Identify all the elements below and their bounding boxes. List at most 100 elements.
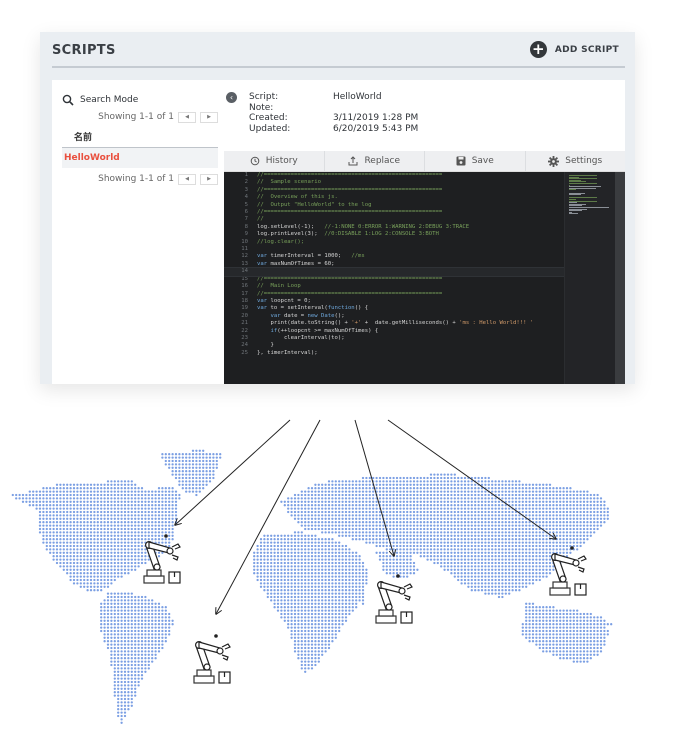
code-line[interactable]: 16 // Main Loop bbox=[224, 283, 565, 290]
line-text: //======================================… bbox=[257, 186, 443, 193]
next-page-button[interactable]: ▶ bbox=[200, 173, 218, 185]
line-number: 23 bbox=[241, 334, 248, 341]
pager-top: Showing 1-1 of 1 ◀ ▶ bbox=[62, 110, 218, 124]
line-number: 16 bbox=[241, 283, 248, 290]
plus-circle-icon: + bbox=[529, 41, 547, 58]
script-list-pane: Search Mode Showing 1-1 of 1 ◀ ▶ 名前 Hell… bbox=[62, 92, 218, 186]
code-line[interactable]: 1 //=====================================… bbox=[224, 172, 565, 179]
code-line[interactable]: 7 // bbox=[224, 216, 565, 223]
minimap-line bbox=[569, 194, 581, 196]
code-line[interactable]: 11 bbox=[224, 246, 565, 253]
line-text: clearInterval(to); bbox=[257, 334, 345, 341]
line-text: var to = setInterval(function() { bbox=[257, 305, 369, 312]
code-line[interactable]: 22 if(++loopcnt >= maxNumOfTimes) { bbox=[224, 328, 565, 335]
code-line[interactable]: 20 var date = new Date(); bbox=[224, 313, 565, 320]
line-number: 20 bbox=[241, 312, 248, 319]
code-line[interactable]: 21 print(date.toString() + '+' + date.ge… bbox=[224, 320, 565, 327]
scripts-panel: SCRIPTS + ADD SCRIPT Search Mode Showing… bbox=[40, 32, 635, 384]
replace-button[interactable]: Replace bbox=[325, 151, 425, 171]
settings-button[interactable]: Settings bbox=[526, 151, 626, 171]
prev-page-button[interactable]: ◀ bbox=[178, 173, 196, 185]
line-number: 5 bbox=[244, 201, 248, 208]
world-map bbox=[11, 419, 613, 724]
line-text: //log.clear(); bbox=[257, 238, 305, 245]
editor-scrollbar[interactable] bbox=[615, 172, 625, 384]
list-item[interactable]: HelloWorld bbox=[62, 148, 218, 168]
line-text: // Sample scenario bbox=[257, 179, 321, 186]
replace-label: Replace bbox=[364, 156, 401, 166]
history-button[interactable]: History bbox=[224, 151, 325, 171]
code-line[interactable]: 15 //====================================… bbox=[224, 276, 565, 283]
content-area: Search Mode Showing 1-1 of 1 ◀ ▶ 名前 Hell… bbox=[52, 80, 625, 384]
line-number: 19 bbox=[241, 305, 248, 312]
line-number: 24 bbox=[241, 342, 248, 349]
code-line[interactable]: 3 //=====================================… bbox=[224, 187, 565, 194]
arrow-south-america bbox=[216, 419, 321, 614]
line-number: 25 bbox=[241, 349, 248, 356]
line-number: 3 bbox=[244, 186, 248, 193]
minimap-line bbox=[569, 213, 578, 215]
line-text: //======================================… bbox=[257, 290, 443, 297]
line-number: 7 bbox=[244, 216, 248, 223]
column-header-name[interactable]: 名前 bbox=[62, 124, 218, 148]
pager-bottom: Showing 1-1 of 1 ◀ ▶ bbox=[62, 172, 218, 186]
code-line[interactable]: 5 // Output "HelloWorld" to the log bbox=[224, 202, 565, 209]
arrow-north-america bbox=[175, 419, 291, 525]
code-editor[interactable]: 1 //=====================================… bbox=[224, 172, 625, 384]
history-icon bbox=[250, 156, 260, 166]
line-number: 10 bbox=[241, 238, 248, 245]
line-text: //======================================… bbox=[257, 172, 443, 178]
line-text: var timerInterval = 1000; //ms bbox=[257, 253, 365, 260]
panel-header: SCRIPTS + ADD SCRIPT bbox=[52, 32, 625, 68]
meta-key: Created: bbox=[249, 113, 288, 123]
code-line[interactable]: 18 var loopcnt = 0; bbox=[224, 298, 565, 305]
arrow-africa bbox=[354, 419, 394, 556]
save-button[interactable]: Save bbox=[425, 151, 526, 171]
add-script-button[interactable]: + ADD SCRIPT bbox=[529, 41, 619, 58]
next-page-button[interactable]: ▶ bbox=[200, 111, 218, 123]
editor-toolbar: History Replace Save Settings bbox=[224, 151, 625, 172]
line-text: }, timerInterval); bbox=[257, 349, 318, 356]
code-lines[interactable]: 1 //=====================================… bbox=[224, 172, 566, 357]
minimap-line bbox=[569, 189, 576, 191]
code-line[interactable]: 24 } bbox=[224, 342, 565, 349]
meta-key: Updated: bbox=[249, 123, 291, 134]
line-text: // bbox=[257, 216, 264, 223]
prev-page-button[interactable]: ◀ bbox=[178, 111, 196, 123]
code-line[interactable]: 2 // Sample scenario bbox=[224, 179, 565, 186]
code-line[interactable]: 6 //=====================================… bbox=[224, 209, 565, 216]
line-text: // Overview of this js. bbox=[257, 194, 338, 201]
script-metadata: Script: HelloWorld Note: Created: 3/11/201… bbox=[249, 92, 418, 134]
line-text: if(++loopcnt >= maxNumOfTimes) { bbox=[270, 327, 379, 334]
add-script-label: ADD SCRIPT bbox=[554, 44, 619, 55]
save-label: Save bbox=[471, 156, 494, 166]
robot-arm-icon bbox=[143, 534, 181, 584]
line-number: 21 bbox=[241, 320, 248, 327]
code-line[interactable]: 25 }, timerInterval); bbox=[224, 350, 565, 357]
updated-value: 6/20/2019 5:43 PM bbox=[333, 123, 419, 134]
minimap-line bbox=[569, 183, 597, 184]
robot-arm-icon bbox=[193, 634, 231, 684]
line-number: 14 bbox=[241, 268, 248, 275]
code-line[interactable]: 10 //log.clear(); bbox=[224, 239, 565, 246]
settings-label: Settings bbox=[565, 156, 603, 166]
line-text: } bbox=[257, 342, 274, 349]
code-line[interactable]: 4 // Overview of this js. bbox=[224, 194, 565, 201]
code-minimap[interactable] bbox=[564, 172, 615, 384]
code-line[interactable]: 19 var to = setInterval(function() { bbox=[224, 305, 565, 312]
line-number: 8 bbox=[244, 223, 248, 230]
code-line[interactable]: 9 log.printLevel(3); //0:DISABLE 1:LOG 2:… bbox=[224, 231, 565, 238]
code-line[interactable]: 23 clearInterval(to); bbox=[224, 335, 565, 342]
code-line[interactable]: 14 bbox=[224, 267, 566, 277]
robot-arm-icon bbox=[549, 546, 587, 596]
line-text: var loopcnt = 0; bbox=[257, 297, 311, 304]
code-line[interactable]: 17 //====================================… bbox=[224, 291, 565, 298]
line-text: log.setLevel(-1); //-1:NONE 0:ERROR 1:WA… bbox=[257, 223, 470, 230]
code-line[interactable]: 13 var maxNumOfTimes = 60; bbox=[224, 261, 565, 268]
code-line[interactable]: 12 var timerInterval = 1000; //ms bbox=[224, 253, 565, 260]
line-text: var date = new Date(); bbox=[270, 312, 345, 319]
chevron-left-circle-icon[interactable]: ‹ bbox=[226, 92, 237, 103]
search-mode-toggle[interactable]: Search Mode bbox=[62, 92, 218, 108]
code-line[interactable]: 8 log.setLevel(-1); //-1:NONE 0:ERROR 1:W… bbox=[224, 224, 565, 231]
meta-key: Script: bbox=[249, 92, 279, 102]
